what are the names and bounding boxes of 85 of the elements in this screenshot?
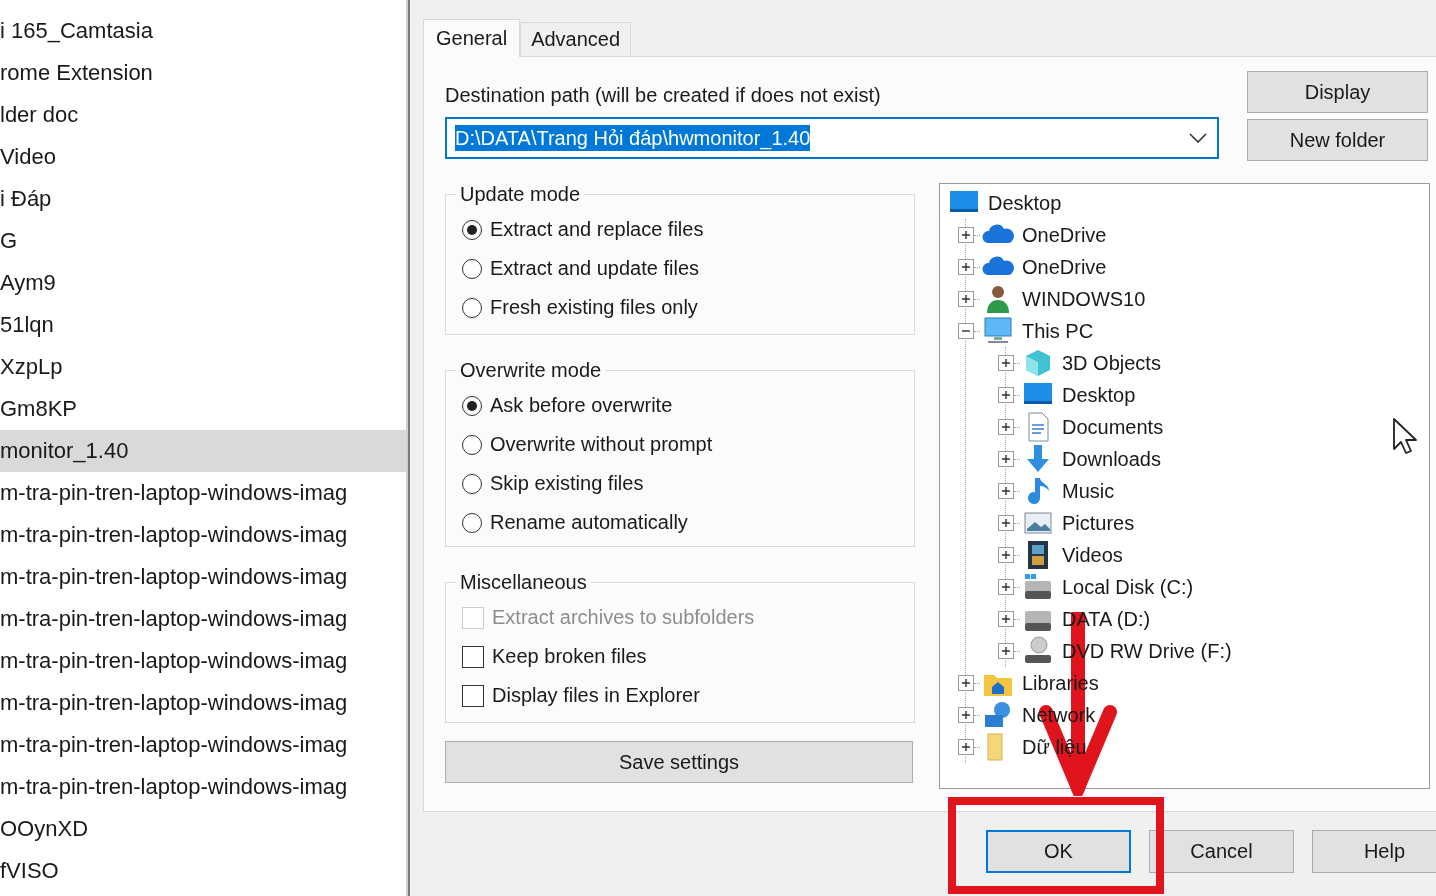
- radio-button[interactable]: [462, 297, 482, 318]
- expand-icon[interactable]: [958, 291, 974, 307]
- checkbox[interactable]: [462, 684, 484, 707]
- tree-item[interactable]: This PC: [1022, 319, 1094, 343]
- expand-icon[interactable]: [958, 675, 974, 691]
- expand-icon[interactable]: [998, 611, 1014, 627]
- tree-item[interactable]: Pictures: [1062, 511, 1135, 535]
- expand-icon[interactable]: [998, 579, 1014, 595]
- expand-icon[interactable]: [998, 515, 1014, 531]
- expand-icon[interactable]: [958, 707, 974, 723]
- group-title: Overwrite mode: [459, 359, 603, 382]
- file-list-item[interactable]: Gm8KP: [0, 388, 406, 430]
- group-title: Update mode: [459, 183, 582, 206]
- tree-item[interactable]: Desktop: [988, 191, 1062, 215]
- option-label: Extract and replace files: [490, 218, 704, 241]
- option-label: Fresh existing files only: [490, 296, 698, 319]
- tree-item[interactable]: OneDrive: [1022, 255, 1107, 279]
- side-button[interactable]: New folder: [1247, 119, 1428, 161]
- tree-item[interactable]: Downloads: [1062, 447, 1161, 471]
- expand-icon[interactable]: [998, 419, 1014, 435]
- cursor-icon: [1392, 417, 1418, 455]
- group-title: Miscellaneous: [459, 571, 588, 594]
- file-list-item[interactable]: i 165_Camtasia: [0, 10, 406, 52]
- tab[interactable]: Advanced: [520, 22, 632, 56]
- dialog-button[interactable]: Help: [1312, 830, 1436, 873]
- dialog-button[interactable]: OK: [986, 830, 1131, 873]
- file-list-item[interactable]: OOynXD: [0, 808, 406, 850]
- option-label: Display files in Explorer: [492, 684, 700, 707]
- file-list-item[interactable]: Video: [0, 136, 406, 178]
- file-list-item[interactable]: Aym9: [0, 262, 406, 304]
- expand-icon[interactable]: [998, 643, 1014, 659]
- tree-item[interactable]: Documents: [1062, 415, 1164, 439]
- tree-item[interactable]: Desktop: [1062, 383, 1136, 407]
- dialog-button[interactable]: Cancel: [1149, 830, 1294, 873]
- option-label: Ask before overwrite: [490, 394, 673, 417]
- radio-button[interactable]: [462, 473, 482, 494]
- side-button[interactable]: Display: [1247, 71, 1428, 113]
- radio-button[interactable]: [462, 512, 482, 533]
- file-list-item[interactable]: m-tra-pin-tren-laptop-windows-imag: [0, 472, 406, 514]
- tree-item[interactable]: OneDrive: [1022, 223, 1107, 247]
- destination-combo[interactable]: D:\DATA\Trang Hỏi đáp\hwmonitor_1.40: [445, 117, 1219, 159]
- file-list-item[interactable]: 51lqn: [0, 304, 406, 346]
- option-label: Overwrite without prompt: [490, 433, 713, 456]
- save-settings-button[interactable]: Save settings: [445, 741, 913, 783]
- tree-item[interactable]: Videos: [1062, 543, 1123, 567]
- option-label: Extract and update files: [490, 257, 699, 280]
- checkbox[interactable]: [462, 645, 484, 668]
- tab[interactable]: General: [423, 19, 521, 57]
- file-list-item[interactable]: m-tra-pin-tren-laptop-windows-imag: [0, 682, 406, 724]
- expand-icon[interactable]: [998, 387, 1014, 403]
- expand-icon[interactable]: [998, 547, 1014, 563]
- tree-item[interactable]: Music: [1062, 479, 1115, 503]
- expand-icon[interactable]: [958, 227, 974, 243]
- collapse-icon[interactable]: [958, 323, 974, 339]
- tree-item[interactable]: WINDOWS10: [1022, 287, 1146, 311]
- chevron-icon: [1189, 133, 1207, 143]
- expand-icon[interactable]: [998, 451, 1014, 467]
- radio-button[interactable]: [462, 258, 482, 279]
- file-list-item[interactable]: m-tra-pin-tren-laptop-windows-imag: [0, 724, 406, 766]
- expand-icon[interactable]: [958, 739, 974, 755]
- file-list-item[interactable]: fVISO: [0, 850, 406, 892]
- file-list-item[interactable]: XzpLp: [0, 346, 406, 388]
- tree-item[interactable]: 3D Objects: [1062, 351, 1161, 375]
- option-label: Rename automatically: [490, 511, 688, 534]
- file-list-item[interactable]: rome Extension: [0, 52, 406, 94]
- file-list-item[interactable]: i Đáp: [0, 178, 406, 220]
- tree-item[interactable]: Local Disk (C:): [1062, 575, 1194, 599]
- option-label: Keep broken files: [492, 645, 647, 668]
- destination-label: Destination path (will be created if does not exist): [445, 83, 882, 108]
- option-label: Skip existing files: [490, 472, 644, 495]
- file-list-item[interactable]: G: [0, 220, 406, 262]
- radio-button[interactable]: [462, 219, 482, 240]
- file-list-item[interactable]: lder doc: [0, 94, 406, 136]
- file-list-item[interactable]: monitor_1.40: [0, 430, 406, 472]
- file-list-item[interactable]: m-tra-pin-tren-laptop-windows-imag: [0, 766, 406, 808]
- radio-button[interactable]: [462, 395, 482, 416]
- file-list-item[interactable]: m-tra-pin-tren-laptop-windows-imag: [0, 556, 406, 598]
- file-list-item[interactable]: m-tra-pin-tren-laptop-windows-imag: [0, 598, 406, 640]
- option-label: Extract archives to subfolders: [492, 606, 755, 629]
- file-list-item[interactable]: m-tra-pin-tren-laptop-windows-imag: [0, 514, 406, 556]
- expand-icon[interactable]: [998, 483, 1014, 499]
- expand-icon[interactable]: [998, 355, 1014, 371]
- file-list-item[interactable]: m-tra-pin-tren-laptop-windows-imag: [0, 640, 406, 682]
- radio-button[interactable]: [462, 434, 482, 455]
- expand-icon[interactable]: [958, 259, 974, 275]
